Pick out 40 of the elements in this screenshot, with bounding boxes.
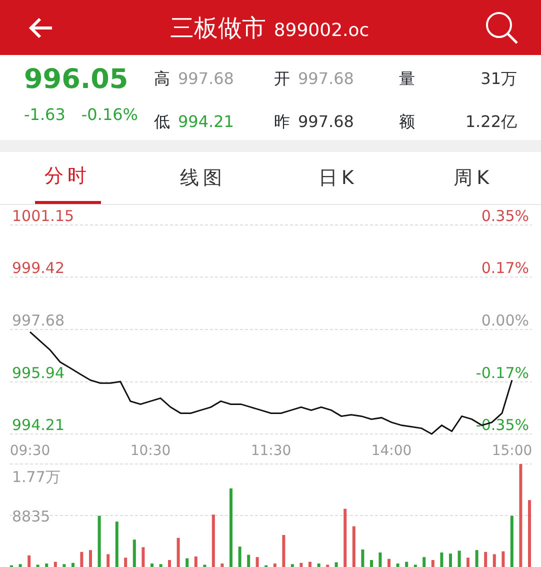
search-icon[interactable] xyxy=(485,10,519,44)
stat-label: 低 xyxy=(154,110,170,132)
stat-label: 量 xyxy=(399,68,415,90)
axis-label: 997.68 xyxy=(12,312,64,330)
stat-label: 开 xyxy=(274,68,290,90)
chart-tab[interactable]: 日K xyxy=(308,152,368,204)
stock-code: 899002.oc xyxy=(274,18,370,42)
stat-value: 997.68 xyxy=(298,68,354,90)
axis-label: 999.42 xyxy=(12,259,64,278)
axis-label: -0.17% xyxy=(476,364,529,382)
chart-tab[interactable]: 分时 xyxy=(34,152,101,204)
page-title: 三板做市 xyxy=(170,12,266,44)
stat-value: 31万 xyxy=(480,68,517,90)
time-label: 09:30 xyxy=(10,443,50,459)
current-price: 996.05 xyxy=(24,63,130,97)
axis-label: 0.00% xyxy=(481,312,529,330)
axis-label: 8835 xyxy=(12,508,50,526)
axis-label: -0.35% xyxy=(476,416,529,434)
stat-label: 高 xyxy=(154,68,170,90)
time-label: 14:00 xyxy=(371,443,412,459)
stat-value: 997.68 xyxy=(298,110,354,132)
axis-label: 0.35% xyxy=(481,207,529,225)
chart-tab[interactable]: 周K xyxy=(444,152,504,204)
axis-label: 1.77万 xyxy=(12,468,60,486)
stat-label: 昨 xyxy=(274,110,290,132)
time-label: 10:30 xyxy=(130,443,171,459)
back-arrow-icon[interactable] xyxy=(28,16,54,38)
axis-label: 994.21 xyxy=(12,416,64,434)
price-change: -1.63 xyxy=(24,104,66,126)
axis-label: 0.17% xyxy=(481,259,529,278)
stat-value: 997.68 xyxy=(178,68,234,90)
axis-label: 995.94 xyxy=(12,364,64,382)
percent-change: -0.16% xyxy=(81,104,138,126)
stat-label: 额 xyxy=(399,110,415,132)
stat-value: 994.21 xyxy=(178,110,234,132)
chart-tab[interactable]: 线图 xyxy=(170,152,236,204)
axis-label: 1001.15 xyxy=(12,207,74,225)
time-label: 15:00 xyxy=(492,443,532,459)
stat-value: 1.22亿 xyxy=(465,110,517,132)
time-label: 11:30 xyxy=(250,443,292,459)
